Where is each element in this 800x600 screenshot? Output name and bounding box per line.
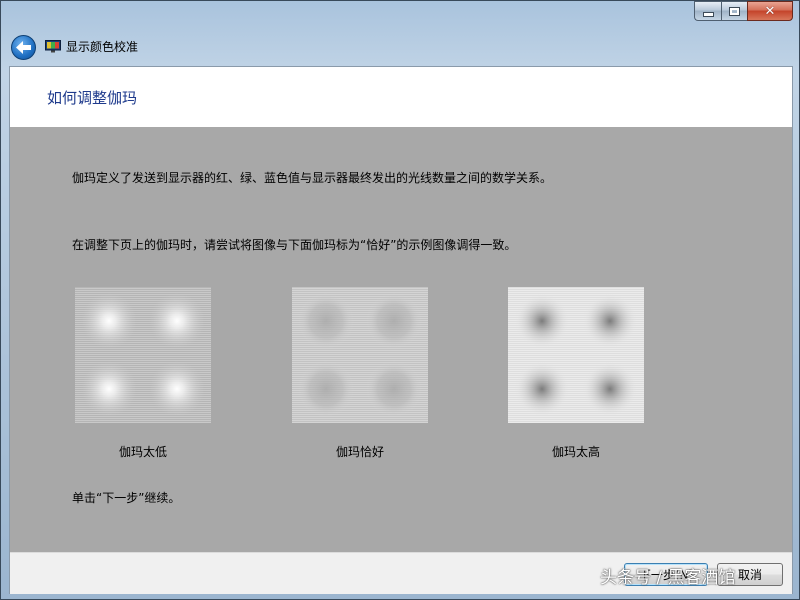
gamma-too-low-image <box>75 287 211 423</box>
minimize-icon <box>702 12 714 17</box>
minimize-button[interactable] <box>694 1 721 21</box>
close-button[interactable]: ✕ <box>747 1 793 21</box>
navigation-bar: 显示颜色校准 <box>1 31 799 65</box>
display-monitor-icon <box>45 40 61 53</box>
close-icon: ✕ <box>764 3 776 19</box>
title-bar[interactable]: ✕ <box>1 1 799 31</box>
back-button[interactable] <box>11 35 36 60</box>
gamma-too-high-caption: 伽玛太高 <box>551 445 600 459</box>
page-title: 如何调整伽玛 <box>47 89 138 107</box>
continue-instruction: 单击“下一步”继续。 <box>72 491 181 505</box>
gamma-just-right-image <box>292 287 428 423</box>
instruction-text: 在调整下页上的伽玛时，请尝试将图像与下面伽玛标为“恰好”的示例图像调得一致。 <box>72 238 517 252</box>
maximize-button[interactable] <box>721 1 747 21</box>
header-panel: 如何调整伽玛 <box>10 67 792 127</box>
back-arrow-icon <box>16 41 31 54</box>
maximize-icon <box>729 6 740 16</box>
window-controls: ✕ <box>694 1 793 22</box>
watermark-text: 头条号 / 黑客酒馆 <box>600 568 736 588</box>
description-text: 伽玛定义了发送到显示器的红、绿、蓝色值与显示器最终发出的光线数量之间的数学关系。 <box>72 171 553 185</box>
gamma-just-right-caption: 伽玛恰好 <box>335 445 384 459</box>
gamma-too-high-image <box>508 287 644 423</box>
wizard-content: 如何调整伽玛 伽玛定义了发送到显示器的红、绿、蓝色值与显示器最终发出的光线数量之… <box>9 66 793 594</box>
gamma-too-low-caption: 伽玛太低 <box>118 445 167 459</box>
window-frame: ✕ 显示颜色校准 如何调整伽玛 伽玛定义了发送到显示器的红、绿、蓝色值与显示器最… <box>0 0 800 600</box>
window-title: 显示颜色校准 <box>66 40 139 54</box>
